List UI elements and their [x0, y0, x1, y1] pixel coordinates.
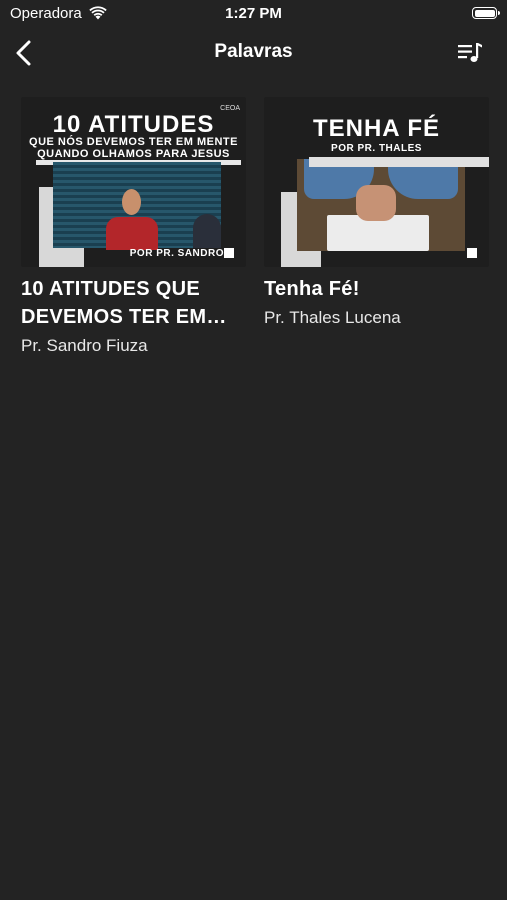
playlist-button[interactable]	[457, 42, 483, 64]
thumbnail-subheading-line-2: QUANDO OLHAMOS PARA JESUS	[37, 148, 230, 160]
paper-strip	[309, 157, 489, 167]
sermon-preacher: Pr. Sandro Fiuza	[21, 336, 148, 355]
corner-mark	[467, 248, 477, 258]
sermon-title: 10 ATITUDES QUE DEVEMOS TER EM…	[21, 278, 227, 328]
thumbnail-hands	[356, 185, 396, 221]
church-logo: CEOA	[220, 105, 240, 112]
thumbnail-subheading-line-1: QUE NÓS DEVEMOS TER EM MENTE	[29, 136, 238, 148]
battery-icon	[472, 7, 500, 19]
page-title: Palavras	[214, 41, 293, 62]
status-time: 1:27 PM	[225, 5, 282, 22]
sermon-thumbnail: 10 ATITUDES QUE NÓS DEVEMOS TER EM MENTE…	[21, 97, 246, 267]
playlist-music-icon	[458, 43, 482, 62]
thumbnail-byline: POR PR. THALES	[331, 143, 422, 154]
thumbnail-heading: 10 ATITUDES	[52, 111, 215, 138]
thumbnail-figure-body	[106, 217, 158, 250]
thumbnail-byline: POR PR. SANDRO	[129, 248, 224, 259]
sermon-card[interactable]: TENHA FÉ POR PR. THALES Tenha Fé! Pr. Th…	[264, 97, 489, 329]
navigation-bar: Palavras	[0, 30, 507, 76]
status-bar: Operadora 1:27 PM	[0, 0, 507, 30]
sermon-card[interactable]: 10 ATITUDES QUE NÓS DEVEMOS TER EM MENTE…	[21, 97, 246, 357]
sermon-title: Tenha Fé!	[264, 278, 360, 300]
sermon-preacher: Pr. Thales Lucena	[264, 308, 401, 327]
corner-mark	[224, 248, 234, 258]
thumbnail-figure-dark	[193, 214, 221, 248]
thumbnail-heading: TENHA FÉ	[312, 115, 441, 142]
sermon-thumbnail: TENHA FÉ POR PR. THALES	[264, 97, 489, 267]
thumbnail-figure-head	[122, 189, 141, 215]
